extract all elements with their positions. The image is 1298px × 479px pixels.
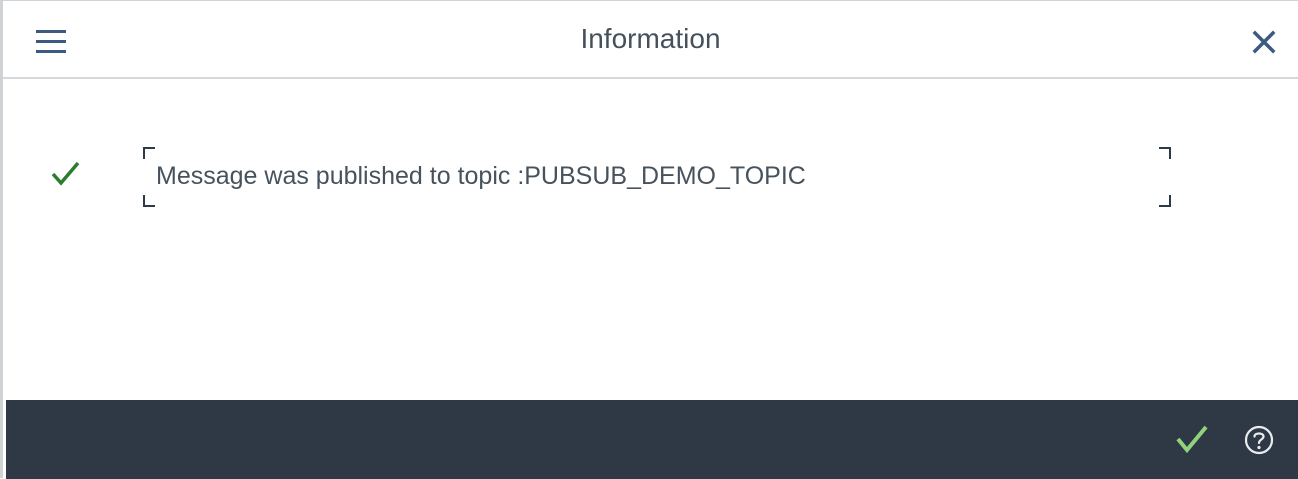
message-text: Message was published to topic :PUBSUB_D…: [156, 162, 806, 190]
checkmark-icon: [1176, 425, 1208, 454]
information-dialog: Information Message was published to top…: [0, 0, 1298, 479]
success-status: [50, 159, 82, 189]
help-icon: [1244, 425, 1274, 455]
dialog-header: Information: [3, 1, 1298, 79]
message-box: Message was published to topic :PUBSUB_D…: [143, 147, 1171, 207]
close-button[interactable]: [1249, 27, 1279, 57]
dialog-footer: [6, 400, 1298, 479]
focus-corner: [1159, 195, 1171, 207]
close-icon: [1252, 30, 1276, 54]
focus-corner: [1159, 147, 1171, 159]
focus-corner: [143, 147, 155, 159]
help-button[interactable]: [1242, 423, 1276, 457]
checkmark-icon: [51, 161, 80, 186]
dialog-title: Information: [580, 23, 721, 54]
focus-corner: [143, 195, 155, 207]
confirm-button[interactable]: [1174, 422, 1210, 456]
dialog-content: Message was published to topic :PUBSUB_D…: [3, 79, 1298, 399]
